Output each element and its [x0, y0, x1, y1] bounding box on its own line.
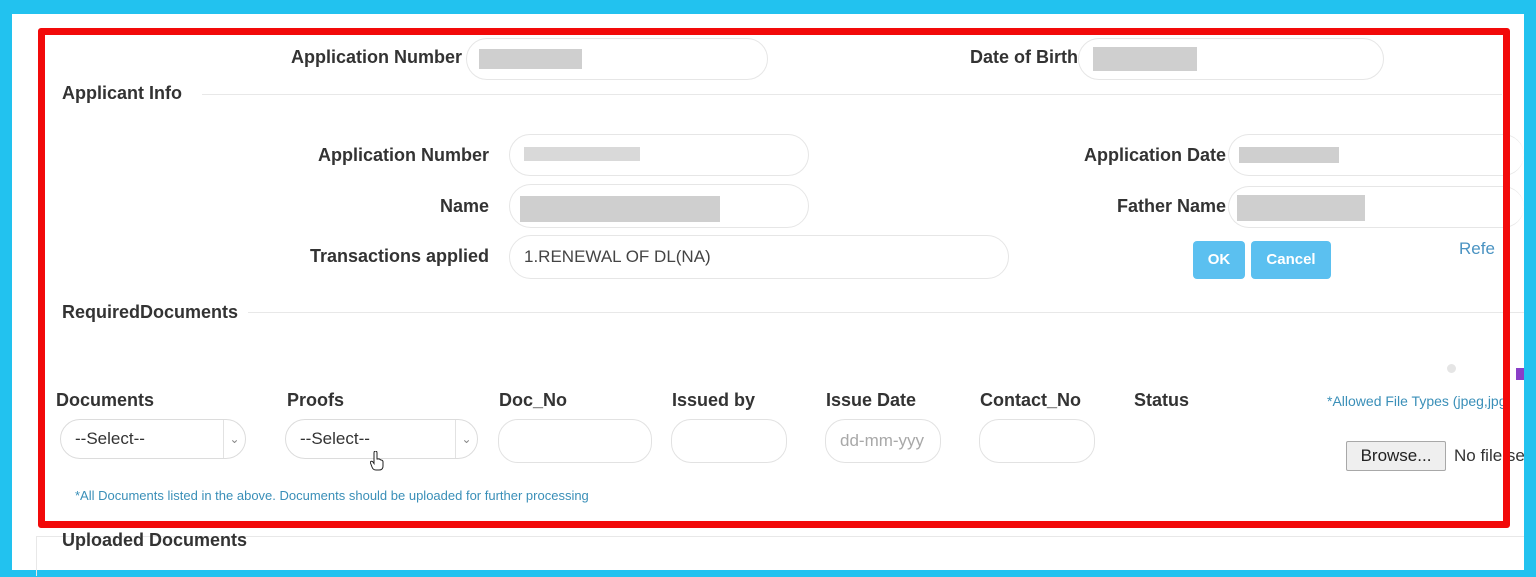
- redacted-value: [524, 147, 640, 161]
- app-date-field[interactable]: [1228, 134, 1524, 176]
- col-contact-no: Contact_No: [980, 390, 1082, 410]
- father-name-field[interactable]: [1228, 186, 1524, 228]
- redacted-value: [520, 196, 720, 222]
- link-fragment: [1516, 368, 1524, 380]
- app-number-field[interactable]: [509, 134, 809, 176]
- hand-cursor-icon: [370, 451, 384, 471]
- documents-select[interactable]: --Select-- ⌄: [60, 419, 246, 459]
- app-number-label: Application Number: [317, 145, 489, 165]
- reference-link[interactable]: Refe: [1459, 239, 1519, 259]
- father-name-label: Father Name: [1116, 196, 1226, 216]
- applicant-info-title: Applicant Info: [62, 83, 182, 103]
- contact-no-input[interactable]: [979, 419, 1095, 463]
- name-label: Name: [439, 196, 489, 216]
- transactions-field[interactable]: 1.RENEWAL OF DL(NA): [509, 235, 1009, 279]
- cancel-button[interactable]: Cancel: [1251, 241, 1331, 279]
- chevron-down-icon: ⌄: [455, 420, 477, 458]
- issue-date-placeholder: dd-mm-yyy: [840, 431, 925, 450]
- proofs-select-value: --Select--: [300, 429, 370, 448]
- transactions-value: 1.RENEWAL OF DL(NA): [524, 247, 711, 266]
- search-dob-label: Date of Birth: [970, 47, 1078, 67]
- app-date-label: Application Date: [1083, 145, 1226, 165]
- radio-button[interactable]: [1447, 364, 1456, 373]
- redacted-value: [1239, 147, 1339, 163]
- uploaded-documents-title: Uploaded Documents: [62, 530, 248, 550]
- col-issue-date: Issue Date: [826, 390, 917, 410]
- required-documents-title: RequiredDocuments: [62, 302, 239, 322]
- col-documents: Documents: [56, 390, 155, 410]
- redacted-value: [1093, 47, 1197, 71]
- allowed-file-types: *Allowed File Types (jpeg,jpg: [1327, 393, 1507, 409]
- redacted-value: [1237, 195, 1365, 221]
- ok-button[interactable]: OK: [1193, 241, 1245, 279]
- search-app-number-input[interactable]: [466, 38, 768, 80]
- col-proofs: Proofs: [287, 390, 345, 410]
- issued-by-input[interactable]: [671, 419, 787, 463]
- search-app-number-label: Application Number: [290, 47, 462, 67]
- documents-select-value: --Select--: [75, 429, 145, 448]
- uploaded-documents-panel: [36, 536, 1524, 576]
- col-status: Status: [1134, 390, 1190, 410]
- col-doc-no: Doc_No: [499, 390, 568, 410]
- name-field[interactable]: [509, 184, 809, 228]
- transactions-label: Transactions applied: [309, 246, 489, 266]
- section-divider: [202, 94, 1502, 95]
- doc-no-input[interactable]: [498, 419, 652, 463]
- redacted-value: [479, 49, 582, 69]
- browse-button[interactable]: Browse...: [1346, 441, 1446, 471]
- documents-note: *All Documents listed in the above. Docu…: [75, 488, 589, 503]
- col-issued-by: Issued by: [672, 390, 756, 410]
- page-content: Application Number Date of Birth Applica…: [12, 14, 1524, 576]
- chevron-down-icon: ⌄: [223, 420, 245, 458]
- section-divider: [248, 312, 1524, 313]
- no-file-text: No file se: [1454, 446, 1524, 465]
- search-dob-input[interactable]: [1078, 38, 1384, 80]
- issue-date-input[interactable]: dd-mm-yyy: [825, 419, 941, 463]
